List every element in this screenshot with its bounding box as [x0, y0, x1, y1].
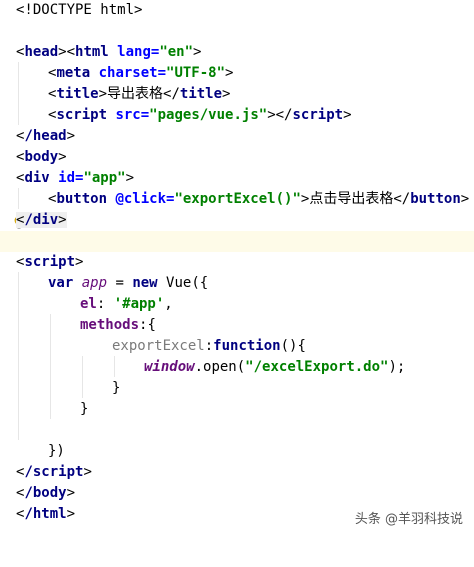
charset-attr: charset=: [90, 65, 167, 81]
dot: .: [194, 359, 204, 375]
head-tag: head: [24, 44, 59, 60]
function-keyword: function: [213, 338, 281, 354]
code-line-12-current[interactable]: [0, 231, 474, 252]
open-method: open: [203, 359, 237, 375]
div-tag: div: [24, 170, 50, 186]
code-line-16: methods:{: [0, 315, 474, 336]
code-line-15: el: '#app',: [0, 294, 474, 315]
paren: (: [236, 359, 246, 375]
code-line-18: window.open("/excelExport.do");: [0, 357, 474, 378]
window-object: window: [144, 359, 195, 375]
code-line-5: <title>导出表格</title>: [48, 86, 231, 102]
div-close-tag: /div: [24, 212, 59, 228]
html-close-tag: /html: [24, 506, 67, 522]
meta-tag: meta: [56, 65, 91, 81]
id-attr: id=: [49, 170, 84, 186]
src-value: "pages/vue.js": [149, 107, 268, 123]
code-line-4: <meta charset="UTF-8">: [48, 65, 234, 81]
methods-key: methods: [80, 317, 140, 333]
methods-brace: :{: [139, 317, 156, 333]
click-attr: @click=: [107, 191, 175, 207]
statement-end: );: [388, 359, 406, 375]
watermark: 头条 @羊羽科技说: [351, 507, 466, 528]
button-text: 点击导出表格: [309, 191, 394, 207]
close-brace: }: [112, 380, 121, 396]
button-tag: button: [56, 191, 108, 207]
body-close-tag: /body: [24, 485, 67, 501]
close-brace: }: [80, 401, 89, 417]
colon: :: [96, 296, 114, 312]
script-open-tag: script: [24, 254, 76, 270]
title-text: 导出表格: [107, 86, 164, 102]
code-line-8: <body>: [16, 149, 67, 165]
app-variable: app: [81, 275, 108, 291]
code-line-9: <div id="app">: [16, 170, 135, 186]
code-line-13: <script>: [16, 254, 84, 270]
code-line-2: <html lang="en">: [0, 21, 474, 60]
title-tag: title: [56, 86, 99, 102]
code-editor[interactable]: <!DOCTYPE html> <html lang="en"> <head> …: [0, 0, 474, 536]
code-line-23: </script>: [16, 464, 92, 480]
code-line-19: }: [0, 378, 474, 399]
script-close-tag: /script: [24, 464, 84, 480]
src-attr: src=: [107, 107, 150, 123]
body-tag: body: [24, 149, 59, 165]
comma: ,: [164, 296, 173, 312]
code-line-22: }): [0, 441, 474, 462]
script-tag: script: [56, 107, 108, 123]
code-line-1: <!DOCTYPE html>: [0, 0, 474, 21]
new-keyword: new: [132, 275, 158, 291]
assign-operator: =: [107, 275, 133, 291]
vue-constructor: Vue({: [157, 275, 209, 291]
doctype: <!DOCTYPE html>: [16, 2, 143, 18]
charset-value: "UTF-8": [166, 65, 226, 81]
vue-close: }): [48, 443, 65, 459]
code-line-20: }: [0, 399, 474, 420]
el-key: el: [80, 296, 97, 312]
code-line-17: exportExcel:function(){: [0, 336, 474, 357]
function-parens: (){: [280, 338, 306, 354]
code-line-3: <head>: [16, 44, 67, 60]
colon: :: [204, 338, 214, 354]
code-line-14: var app = new Vue({: [0, 273, 474, 294]
code-line-24: </body>: [16, 485, 76, 501]
code-line-7: </head>: [16, 128, 76, 144]
exportexcel-key: exportExcel: [112, 338, 205, 354]
el-value: '#app': [113, 296, 165, 312]
head-close-tag: /head: [24, 128, 67, 144]
url-string: "/excelExport.do": [245, 359, 389, 375]
id-value: "app": [83, 170, 126, 186]
var-keyword: var: [48, 275, 74, 291]
code-line-6: <script src="pages/vue.js"></script>: [48, 107, 352, 123]
code-line-11: </div>: [14, 212, 67, 229]
click-value: "exportExcel()": [174, 191, 301, 207]
code-line-10: <button @click="exportExcel()">点击导出表格</b…: [48, 191, 470, 207]
